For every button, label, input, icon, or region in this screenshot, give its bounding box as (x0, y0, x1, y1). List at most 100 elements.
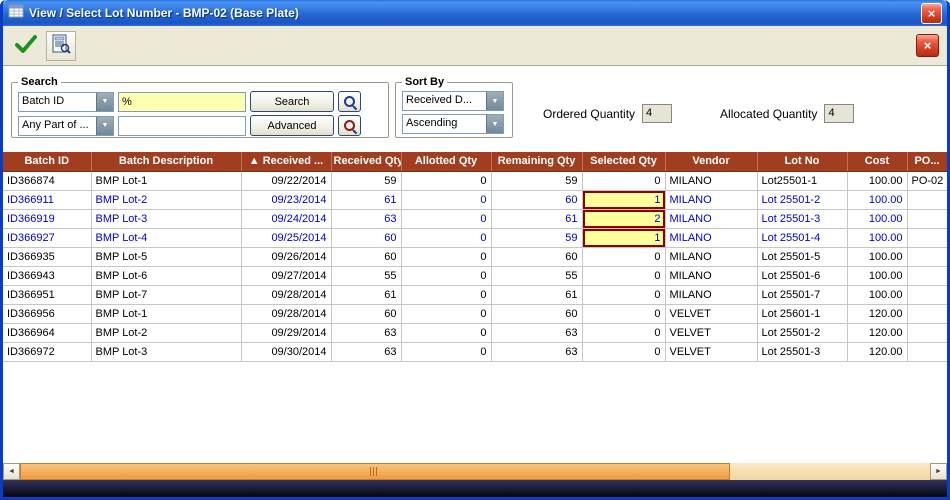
table-cell[interactable]: ID366964 (3, 323, 91, 342)
table-cell[interactable] (907, 266, 947, 285)
table-cell[interactable]: Lot 25501-5 (757, 247, 847, 266)
table-cell[interactable]: 09/25/2014 (241, 228, 331, 247)
scrollbar-thumb[interactable] (20, 463, 730, 480)
scrollbar-track[interactable] (20, 463, 930, 480)
table-cell[interactable]: 0 (401, 304, 491, 323)
table-cell[interactable]: 60 (491, 247, 582, 266)
table-cell[interactable]: ID366951 (3, 285, 91, 304)
table-cell[interactable]: 63 (491, 342, 582, 361)
table-cell[interactable]: MILANO (665, 285, 757, 304)
column-header-allotted-qty[interactable]: Allotted Qty (401, 152, 491, 171)
table-row[interactable]: ID366935BMP Lot-509/26/2014600600MILANOL… (3, 247, 947, 266)
table-cell[interactable]: Lot 25601-1 (757, 304, 847, 323)
table-cell[interactable]: BMP Lot-7 (91, 285, 241, 304)
table-cell[interactable]: ID366943 (3, 266, 91, 285)
table-cell[interactable]: Lot 25501-3 (757, 342, 847, 361)
table-cell[interactable]: 61 (331, 285, 401, 304)
table-row[interactable]: ID366874BMP Lot-109/22/2014590590MILANOL… (3, 171, 947, 190)
secondary-query-input[interactable] (118, 116, 246, 136)
table-cell[interactable]: 61 (491, 209, 582, 228)
dropdown-arrow-icon[interactable]: ▼ (486, 115, 503, 133)
advanced-button[interactable]: Advanced (250, 115, 334, 136)
table-cell[interactable]: 0 (582, 171, 665, 190)
table-cell[interactable]: 09/22/2014 (241, 171, 331, 190)
table-cell[interactable]: MILANO (665, 266, 757, 285)
table-cell[interactable]: ID366919 (3, 209, 91, 228)
dropdown-arrow-icon[interactable]: ▼ (96, 117, 113, 135)
table-cell[interactable]: 0 (401, 171, 491, 190)
table-cell[interactable]: BMP Lot-1 (91, 171, 241, 190)
table-cell[interactable]: BMP Lot-4 (91, 228, 241, 247)
table-cell[interactable]: 0 (582, 304, 665, 323)
table-cell[interactable]: 0 (401, 266, 491, 285)
table-cell[interactable]: 63 (331, 342, 401, 361)
table-cell[interactable]: 59 (491, 171, 582, 190)
table-cell[interactable]: MILANO (665, 171, 757, 190)
table-cell[interactable]: BMP Lot-2 (91, 190, 241, 209)
column-header-cost[interactable]: Cost (847, 152, 907, 171)
match-mode-dropdown[interactable]: Any Part of ... ▼ (18, 116, 114, 136)
table-cell[interactable]: Lot 25501-3 (757, 209, 847, 228)
table-cell[interactable]: 09/27/2014 (241, 266, 331, 285)
table-cell[interactable]: 63 (491, 323, 582, 342)
table-cell[interactable]: 0 (582, 323, 665, 342)
table-cell[interactable]: 60 (491, 304, 582, 323)
table-cell[interactable]: 09/30/2014 (241, 342, 331, 361)
advanced-search-icon-button[interactable] (338, 115, 361, 136)
horizontal-scrollbar[interactable]: ◄ ► (3, 463, 947, 480)
table-cell[interactable]: MILANO (665, 190, 757, 209)
table-cell[interactable]: 1 (582, 190, 665, 209)
column-header-selected-qty[interactable]: Selected Qty (582, 152, 665, 171)
table-cell[interactable]: 100.00 (847, 266, 907, 285)
table-cell[interactable]: 60 (331, 247, 401, 266)
table-cell[interactable] (907, 342, 947, 361)
table-cell[interactable]: ID366935 (3, 247, 91, 266)
table-row[interactable]: ID366943BMP Lot-609/27/2014550550MILANOL… (3, 266, 947, 285)
table-cell[interactable]: 09/24/2014 (241, 209, 331, 228)
table-cell[interactable]: 0 (582, 285, 665, 304)
table-cell[interactable] (907, 247, 947, 266)
table-cell[interactable]: ID366911 (3, 190, 91, 209)
table-cell[interactable]: 09/28/2014 (241, 304, 331, 323)
column-header-remaining-qty[interactable]: Remaining Qty (491, 152, 582, 171)
table-cell[interactable]: 100.00 (847, 247, 907, 266)
table-cell[interactable]: 0 (582, 266, 665, 285)
table-cell[interactable]: ID366874 (3, 171, 91, 190)
search-field-dropdown[interactable]: Batch ID ▼ (18, 92, 114, 112)
column-header-po[interactable]: PO... (907, 152, 947, 171)
table-cell[interactable] (907, 304, 947, 323)
dropdown-arrow-icon[interactable]: ▼ (96, 93, 113, 111)
table-cell[interactable]: 0 (401, 209, 491, 228)
table-cell[interactable]: 100.00 (847, 190, 907, 209)
column-header-received[interactable]: ▲ Received ... (241, 152, 331, 171)
column-header-vendor[interactable]: Vendor (665, 152, 757, 171)
table-cell[interactable] (907, 190, 947, 209)
table-cell[interactable]: 100.00 (847, 171, 907, 190)
table-row[interactable]: ID366964BMP Lot-209/29/2014630630VELVETL… (3, 323, 947, 342)
search-query-input[interactable] (118, 92, 246, 112)
table-cell[interactable]: 09/26/2014 (241, 247, 331, 266)
table-cell[interactable]: 0 (401, 323, 491, 342)
table-cell[interactable]: 2 (582, 209, 665, 228)
sort-field-dropdown[interactable]: Received D... ▼ (402, 91, 504, 111)
accept-button[interactable] (11, 31, 41, 61)
table-cell[interactable]: 60 (331, 228, 401, 247)
table-cell[interactable]: 63 (331, 209, 401, 228)
column-header-batch-description[interactable]: Batch Description (91, 152, 241, 171)
table-cell[interactable]: BMP Lot-2 (91, 323, 241, 342)
scroll-right-button[interactable]: ► (930, 463, 947, 480)
table-cell[interactable]: 0 (582, 247, 665, 266)
titlebar[interactable]: View / Select Lot Number - BMP-02 (Base … (3, 0, 947, 26)
table-cell[interactable]: 1 (582, 228, 665, 247)
column-header-lot-no[interactable]: Lot No (757, 152, 847, 171)
table-cell[interactable]: 59 (491, 228, 582, 247)
table-cell[interactable]: 61 (491, 285, 582, 304)
table-cell[interactable]: 60 (491, 190, 582, 209)
table-cell[interactable]: BMP Lot-5 (91, 247, 241, 266)
table-cell[interactable]: 60 (331, 304, 401, 323)
table-cell[interactable]: BMP Lot-1 (91, 304, 241, 323)
table-cell[interactable]: 0 (582, 342, 665, 361)
table-cell[interactable]: 0 (401, 190, 491, 209)
table-cell[interactable]: 09/29/2014 (241, 323, 331, 342)
table-cell[interactable]: PO-02 (907, 171, 947, 190)
